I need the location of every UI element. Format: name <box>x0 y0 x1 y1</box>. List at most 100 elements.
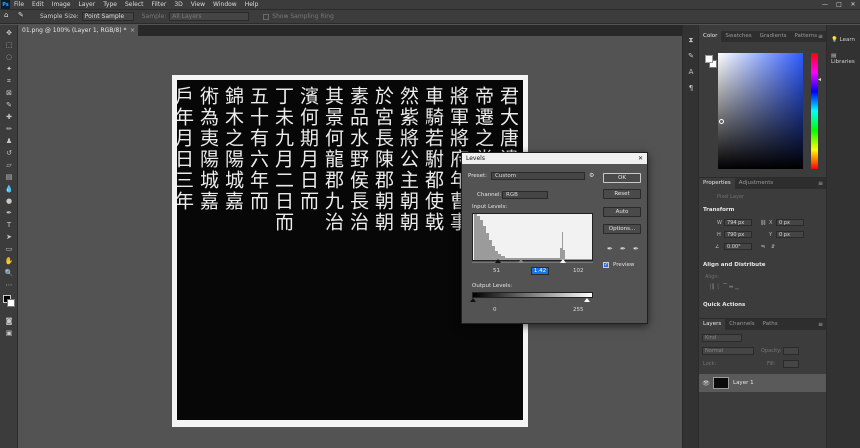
output-black-slider[interactable] <box>470 298 476 302</box>
input-black-value[interactable]: 51 <box>493 268 500 274</box>
path-selection-tool-icon[interactable]: ➤ <box>4 233 14 242</box>
history-panel-icon[interactable]: ⧗ <box>686 35 696 45</box>
blend-mode-select[interactable]: Normal <box>702 347 754 355</box>
panel-menu-icon[interactable]: ≡ <box>818 31 823 42</box>
background-color-swatch[interactable] <box>7 299 15 307</box>
input-black-slider[interactable] <box>495 259 501 263</box>
character-panel-icon[interactable]: A <box>686 67 696 77</box>
menu-window[interactable]: Window <box>209 1 241 8</box>
eyedropper-icon[interactable]: ✎ <box>18 11 32 22</box>
sample-size-select[interactable]: Point Sample <box>81 12 134 21</box>
learn-item[interactable]: 💡 Learn <box>831 37 855 43</box>
eraser-tool-icon[interactable]: ▱ <box>4 161 14 170</box>
menu-type[interactable]: Type <box>99 1 121 8</box>
menu-file[interactable]: File <box>10 1 28 8</box>
close-icon[interactable]: ✕ <box>846 0 860 9</box>
preset-options-gear-icon[interactable]: ⚙ <box>589 172 594 179</box>
pen-tool-icon[interactable]: ✒ <box>4 209 14 218</box>
brush-tool-icon[interactable]: ✏ <box>4 125 14 134</box>
eyedropper-tool-icon[interactable]: ✎ <box>4 101 14 110</box>
angle-field[interactable]: 0.00° <box>724 243 752 250</box>
preview-checkbox[interactable]: ✓ <box>603 262 609 268</box>
flip-horizontal-icon[interactable]: ⇋ <box>761 244 765 250</box>
fill-field[interactable] <box>783 360 799 368</box>
link-icon[interactable]: ⛓ <box>760 220 766 226</box>
tab-color[interactable]: Color <box>699 31 722 42</box>
blur-tool-icon[interactable]: 💧 <box>4 185 14 194</box>
color-field[interactable] <box>718 53 803 169</box>
menu-edit[interactable]: Edit <box>28 1 48 8</box>
rectangle-tool-icon[interactable]: ▭ <box>4 245 14 254</box>
channel-select[interactable]: RGB <box>502 191 548 199</box>
tab-adjustments[interactable]: Adjustments <box>735 178 777 189</box>
dodge-tool-icon[interactable]: ● <box>4 197 14 206</box>
input-white-value[interactable]: 102 <box>573 268 584 274</box>
input-white-slider[interactable] <box>560 259 566 263</box>
frame-tool-icon[interactable]: ⊠ <box>4 89 14 98</box>
menu-image[interactable]: Image <box>48 1 75 8</box>
output-black-value[interactable]: 0 <box>493 307 497 313</box>
layer-row[interactable]: 👁 Layer 1 <box>699 374 827 392</box>
brush-settings-icon[interactable]: ✎ <box>686 51 696 61</box>
flip-vertical-icon[interactable]: ⇵ <box>771 244 775 250</box>
libraries-item[interactable]: ▤ Libraries <box>831 53 860 65</box>
more-tools-icon[interactable]: ⋯ <box>4 281 14 290</box>
menu-view[interactable]: View <box>187 1 209 8</box>
quick-actions-title[interactable]: Quick Actions <box>703 302 745 308</box>
sample-select[interactable]: All Layers <box>169 12 250 21</box>
align-icons[interactable]: ▕ ▍ ▏ ▔ ▬ ▁ <box>707 284 739 290</box>
tab-channels[interactable]: Channels <box>725 319 758 330</box>
x-field[interactable]: 0 px <box>776 219 804 226</box>
hue-slider[interactable] <box>811 53 818 169</box>
screen-mode-icon[interactable]: ▣ <box>4 329 14 338</box>
menu-3d[interactable]: 3D <box>170 1 186 8</box>
minimize-icon[interactable]: — <box>818 0 832 9</box>
quick-mask-icon[interactable]: ◙ <box>4 317 14 326</box>
zoom-tool-icon[interactable]: 🔍 <box>4 269 14 278</box>
auto-button[interactable]: Auto <box>603 207 641 217</box>
width-field[interactable]: 794 px <box>724 219 752 226</box>
transform-section-title[interactable]: Transform <box>703 207 734 213</box>
show-sampling-ring-checkbox[interactable] <box>263 13 270 20</box>
healing-brush-tool-icon[interactable]: ✚ <box>4 113 14 122</box>
dialog-close-icon[interactable]: ✕ <box>638 153 643 164</box>
move-tool-icon[interactable]: ✥ <box>4 29 14 38</box>
quick-select-tool-icon[interactable]: ✦ <box>4 65 14 74</box>
gray-eyedropper-icon[interactable]: ✒ <box>620 245 626 253</box>
output-white-value[interactable]: 255 <box>573 307 584 313</box>
options-button[interactable]: Options... <box>603 224 641 234</box>
lasso-tool-icon[interactable]: ◌ <box>4 53 14 62</box>
clone-stamp-tool-icon[interactable]: ♟ <box>4 137 14 146</box>
black-eyedropper-icon[interactable]: ✒ <box>607 245 613 253</box>
input-gamma-field[interactable]: 1.42 <box>531 267 549 275</box>
white-eyedropper-icon[interactable]: ✒ <box>633 245 639 253</box>
hue-arrow-icon[interactable]: ◂ <box>818 76 821 83</box>
tab-close-icon[interactable]: × <box>130 25 135 36</box>
height-field[interactable]: 790 px <box>724 231 752 238</box>
layer-kind-filter[interactable]: Kind <box>702 334 742 342</box>
tab-layers[interactable]: Layers <box>699 319 726 330</box>
gradient-tool-icon[interactable]: ▤ <box>4 173 14 182</box>
y-field[interactable]: 0 px <box>776 231 804 238</box>
reset-button[interactable]: Reset <box>603 189 641 199</box>
photoshop-logo-icon[interactable]: Ps <box>1 0 10 9</box>
layer-name[interactable]: Layer 1 <box>733 380 754 386</box>
color-panel-foreground-swatch[interactable] <box>705 55 713 63</box>
history-brush-tool-icon[interactable]: ↺ <box>4 149 14 158</box>
align-section-title[interactable]: Align and Distribute <box>703 262 765 268</box>
opacity-field[interactable] <box>783 347 799 355</box>
menu-layer[interactable]: Layer <box>74 1 99 8</box>
dialog-title-bar[interactable]: Levels ✕ <box>462 153 647 164</box>
visibility-eye-icon[interactable]: 👁 <box>701 380 711 387</box>
tab-properties[interactable]: Properties <box>699 178 735 189</box>
menu-select[interactable]: Select <box>121 1 148 8</box>
tab-swatches[interactable]: Swatches <box>721 31 755 42</box>
menu-filter[interactable]: Filter <box>148 1 171 8</box>
tab-gradients[interactable]: Gradients <box>756 31 791 42</box>
crop-tool-icon[interactable]: ⌗ <box>4 77 14 86</box>
hand-tool-icon[interactable]: ✋ <box>4 257 14 266</box>
paragraph-panel-icon[interactable]: ¶ <box>686 83 696 93</box>
input-gamma-slider[interactable] <box>518 259 524 263</box>
tab-paths[interactable]: Paths <box>759 319 782 330</box>
menu-help[interactable]: Help <box>241 1 263 8</box>
